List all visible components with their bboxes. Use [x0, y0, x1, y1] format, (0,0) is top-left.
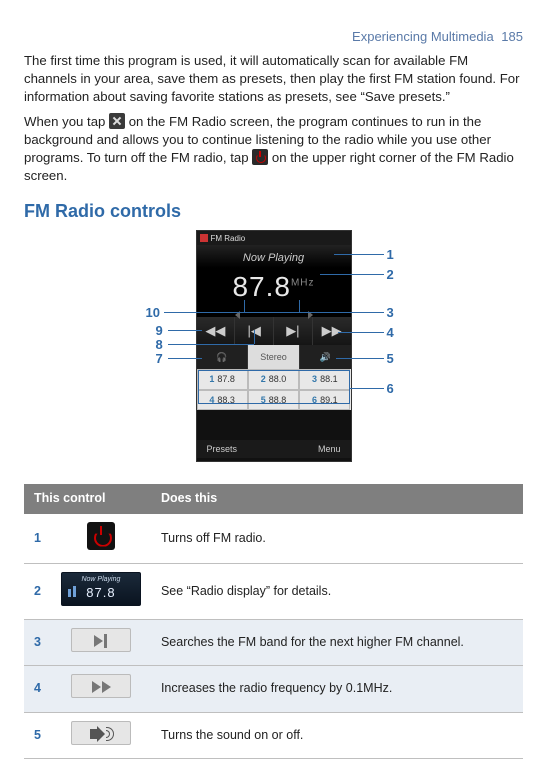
row-icon-cell [51, 666, 151, 712]
leader-5 [336, 358, 384, 359]
callout-1: 1 [387, 246, 394, 264]
row-num: 4 [24, 666, 51, 712]
leader-2 [320, 274, 384, 275]
intro-paragraph-2: When you tap on the FM Radio screen, the… [24, 113, 523, 186]
leader-10 [164, 312, 299, 313]
softkey-bar: Presets Menu [197, 440, 351, 458]
softkey-menu[interactable]: Menu [318, 443, 341, 455]
leader-8v [254, 330, 255, 344]
row-desc: See “Radio display” for details. [151, 563, 523, 619]
stereo-mode-button[interactable]: Stereo [247, 345, 299, 369]
row-icon-cell [51, 712, 151, 758]
row-num: 3 [24, 620, 51, 666]
freq-up-icon [71, 674, 131, 698]
callout-2: 2 [387, 266, 394, 284]
app-title: FM Radio [211, 233, 246, 244]
now-playing-label: Now Playing [197, 245, 351, 268]
leader-10va [244, 300, 245, 312]
row-desc: Increases the radio frequency by 0.1MHz. [151, 666, 523, 712]
headset-mode-button[interactable]: 🎧 [197, 345, 248, 369]
power-icon [252, 149, 268, 165]
leader-3v [299, 300, 300, 312]
presets-highlight-box [198, 370, 350, 404]
leader-8 [168, 344, 254, 345]
leader-4 [338, 332, 384, 333]
frequency-unit: MHz [291, 278, 315, 289]
seek-down-button[interactable]: ◀◀ [197, 317, 235, 345]
leader-3 [299, 312, 384, 313]
fm-radio-diagram: FM Radio Now Playing 87.8MHz ◀◀ |◀ ▶| ▶▶… [84, 230, 464, 466]
phone-titlebar: FM Radio [197, 231, 351, 245]
sound-toggle-icon [71, 721, 131, 745]
section-heading: FM Radio controls [24, 199, 523, 224]
mute-button[interactable]: 🔊 [299, 345, 351, 369]
next-channel-button[interactable]: ▶| [273, 317, 312, 345]
callout-5: 5 [387, 350, 394, 368]
row-icon-cell: Now Playing 87.8 [51, 563, 151, 619]
page-header: Experiencing Multimedia 185 [24, 28, 523, 46]
callout-6: 6 [387, 380, 394, 398]
row-desc: Searches the FM band for the next higher… [151, 620, 523, 666]
display-freq: 87.8 [62, 584, 140, 602]
controls-table: This control Does this 1 Turns off FM ra… [24, 484, 523, 759]
page-number: 185 [501, 29, 523, 44]
leader-6 [350, 388, 384, 389]
phone-mock: FM Radio Now Playing 87.8MHz ◀◀ |◀ ▶| ▶▶… [196, 230, 352, 462]
seek-up-button[interactable]: ▶▶ [312, 317, 351, 345]
softkey-presets[interactable]: Presets [207, 443, 238, 455]
row-num: 1 [24, 514, 51, 564]
table-row: 3 Searches the FM band for the next high… [24, 620, 523, 666]
control-row: ◀◀ |◀ ▶| ▶▶ [197, 317, 351, 345]
chapter-title: Experiencing Multimedia [352, 29, 494, 44]
intro-p2-a: When you tap [24, 114, 109, 129]
frequency-value: 87.8 [232, 271, 291, 302]
phone-filler [197, 410, 351, 440]
row-icon-cell [51, 620, 151, 666]
callout-10: 10 [146, 304, 160, 322]
row-icon-cell [51, 514, 151, 564]
next-channel-icon [71, 628, 131, 652]
row-desc: Turns off FM radio. [151, 514, 523, 564]
row-desc: Turns the sound on or off. [151, 712, 523, 758]
intro-paragraph-1: The first time this program is used, it … [24, 52, 523, 107]
leader-1 [334, 254, 384, 255]
table-head-control: This control [24, 484, 151, 513]
table-row: 5 Turns the sound on or off. [24, 712, 523, 758]
start-flag-icon [200, 234, 208, 242]
radio-display-icon: Now Playing 87.8 [61, 572, 141, 606]
row-num: 2 [24, 563, 51, 619]
callout-7: 7 [156, 350, 163, 368]
leader-9 [168, 330, 202, 331]
table-row: 4 Increases the radio frequency by 0.1MH… [24, 666, 523, 712]
callout-3: 3 [387, 304, 394, 322]
close-icon [109, 113, 125, 129]
row-num: 5 [24, 712, 51, 758]
table-head-desc: Does this [151, 484, 523, 513]
leader-7 [168, 358, 202, 359]
table-row: 2 Now Playing 87.8 See “Radio display” f… [24, 563, 523, 619]
table-row: 1 Turns off FM radio. [24, 514, 523, 564]
power-off-icon [87, 522, 115, 550]
callout-4: 4 [387, 324, 394, 342]
mode-row: 🎧 Stereo 🔊 [197, 345, 351, 369]
